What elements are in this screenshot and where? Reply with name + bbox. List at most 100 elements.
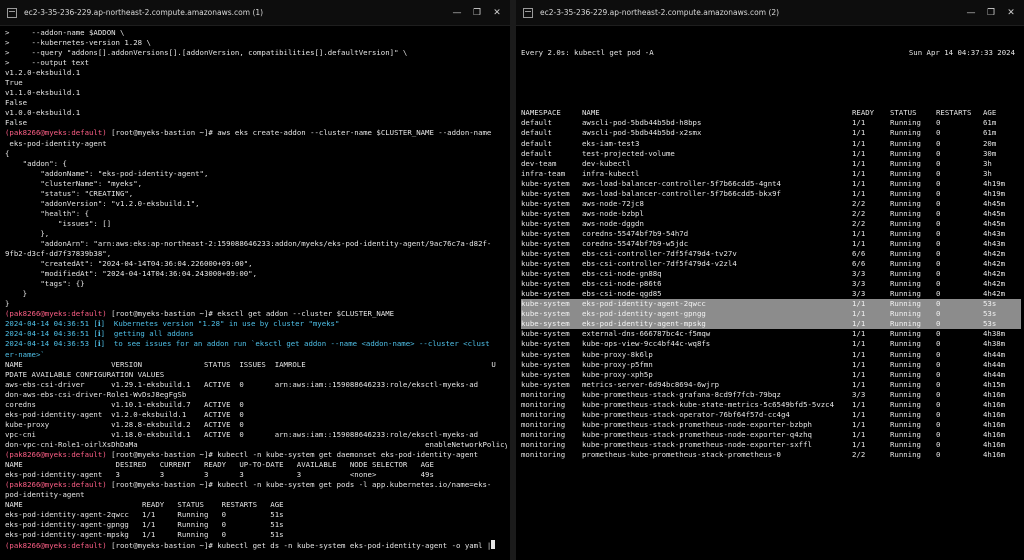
table-row: monitoring kube-prometheus-stack-grafana-… <box>521 390 1021 400</box>
terminal-text: "clusterName": "myeks", <box>5 178 143 188</box>
terminal-line: 9fb2-d3cf-dd7f37839b38", <box>5 249 507 259</box>
table-cell: 1/1 <box>852 309 866 319</box>
table-cell: 0 <box>936 319 941 329</box>
terminal-line: 2024-04-14 04:36:53 [ℹ] to see issues fo… <box>5 339 507 349</box>
close-button[interactable]: ✕ <box>1006 8 1016 18</box>
table-cell: ebs-csi-controller-7df5f479d4-v2zl4 <box>582 259 737 269</box>
terminal-line: NAME VERSION STATUS ISSUES IAMROLE U <box>5 360 507 370</box>
table-cell: 4h43m <box>983 228 1006 238</box>
table-cell: 0 <box>936 228 941 238</box>
table-cell: 1/1 <box>852 369 866 379</box>
table-cell: 0 <box>936 309 941 319</box>
terminal-line: > --addon-name $ADDON \ <box>5 28 507 38</box>
table-cell: 4h38m <box>983 329 1006 339</box>
terminal-text: 2024-04-14 04:36:51 [ℹ] Kubernetes versi… <box>5 319 340 329</box>
table-row: monitoring prometheus-kube-prometheus-sta… <box>521 450 1021 460</box>
text-cursor <box>491 540 496 550</box>
table-row: kube-system ebs-csi-node-qgd85 3/3 Running 0… <box>521 289 1021 299</box>
close-button[interactable]: ✕ <box>492 8 502 18</box>
table-row: default awscli-pod-5bdb44b5bd-x2smx 1/1 Run… <box>521 128 1021 138</box>
table-cell: 1/1 <box>852 319 866 329</box>
table-cell: 0 <box>936 449 941 459</box>
table-cell: 6/6 <box>852 249 866 259</box>
table-row: kube-system eks-pod-identity-agent-gpngg 1… <box>521 309 1021 320</box>
table-cell: kube-system <box>521 329 570 339</box>
terminal-text: eks-pod-identity-agent-mpskg 1/1 Running… <box>5 530 284 540</box>
table-cell: 0 <box>936 208 941 218</box>
terminal-line: > --query "addons[].addonVersions[].[add… <box>5 48 507 58</box>
terminal-line: } <box>5 289 507 299</box>
table-cell: monitoring <box>521 439 566 449</box>
shell-prompt: (pak8266@myeks:default) <box>5 541 107 551</box>
table-cell: Running <box>890 349 921 359</box>
terminal-text: NAME VERSION STATUS ISSUES IAMROLE U <box>5 359 496 369</box>
left-window-title: ec2-3-35-236-229.ap-northeast-2.compute.… <box>24 8 264 17</box>
terminal-line: "tags": {} <box>5 279 507 289</box>
terminal-line: (pak8266@myeks:default) [root@myeks-bast… <box>5 128 507 138</box>
table-cell: 53s <box>983 309 997 319</box>
table-cell: Running <box>890 339 921 349</box>
table-row: kube-system coredns-55474bf7b9-54h7d 1/1 Ru… <box>521 229 1021 239</box>
table-cell: Running <box>890 138 921 148</box>
table-cell: Running <box>890 259 921 269</box>
right-titlebar[interactable]: ec2-3-35-236-229.ap-northeast-2.compute.… <box>516 0 1024 26</box>
terminal-text: don-aws-ebs-csi-driver-Role1-WvDsJ8egFgS… <box>5 389 187 399</box>
terminal-line: "addonArn": "arn:aws:eks:ap-northeast-2:… <box>5 239 507 249</box>
table-cell: 0 <box>936 369 941 379</box>
table-cell: Running <box>890 208 921 218</box>
maximize-button[interactable]: ❐ <box>472 8 482 18</box>
terminal-line: { <box>5 149 507 159</box>
terminal-text: eks-pod-identity-agent-2qwcc 1/1 Running… <box>5 510 284 520</box>
terminal-line: (pak8266@myeks:default) [root@myeks-bast… <box>5 540 507 550</box>
terminal-text: True <box>5 78 23 88</box>
terminal-line: er-name>` <box>5 350 507 360</box>
terminal-text: "addonVersion": "v1.2.0-eksbuild.1", <box>5 198 200 208</box>
table-cell: default <box>521 118 552 128</box>
table-cell: eks-pod-identity-agent-mpskg <box>582 319 706 329</box>
terminal-line: vpc-cni v1.18.0-eksbuild.1 ACTIVE 0 arn:… <box>5 430 507 440</box>
maximize-button[interactable]: ❐ <box>986 8 996 18</box>
table-cell: 1/1 <box>852 299 866 309</box>
terminal-text: v1.2.0-eksbuild.1 <box>5 68 81 78</box>
table-cell: Running <box>890 389 921 399</box>
terminal-line: v1.1.0-eksbuild.1 <box>5 88 507 98</box>
table-row: monitoring kube-prometheus-stack-promethe… <box>521 420 1021 430</box>
terminal-line: (pak8266@myeks:default) [root@myeks-bast… <box>5 309 507 319</box>
table-cell: 1/1 <box>852 439 866 449</box>
table-cell: kube-system <box>521 299 570 309</box>
table-cell: 1/1 <box>852 429 866 439</box>
left-terminal-window[interactable]: ec2-3-35-236-229.ap-northeast-2.compute.… <box>0 0 510 560</box>
right-terminal-window[interactable]: ec2-3-35-236-229.ap-northeast-2.compute.… <box>516 0 1024 560</box>
terminal-text: v1.1.0-eksbuild.1 <box>5 88 81 98</box>
terminal-line: False <box>5 98 507 108</box>
table-cell: 1/1 <box>852 188 866 198</box>
minimize-button[interactable]: — <box>452 8 462 18</box>
terminal-line: v1.2.0-eksbuild.1 <box>5 68 507 78</box>
table-cell: kube-prometheus-stack-kube-state-metrics… <box>582 399 835 409</box>
terminal-line: PDATE AVAILABLE CONFIGURATION VALUES <box>5 370 507 380</box>
left-titlebar[interactable]: ec2-3-35-236-229.ap-northeast-2.compute.… <box>0 0 510 26</box>
watch-header: Every 2.0s: kubectl get pod -A Sun Apr 1… <box>521 48 1021 58</box>
table-cell: 3/3 <box>852 389 866 399</box>
table-cell: Running <box>890 309 921 319</box>
table-row: kube-system kube-ops-view-9cc4bf44c-wq8fs… <box>521 339 1021 349</box>
minimize-button[interactable]: — <box>966 8 976 18</box>
terminal-text: eks-pod-identity-agent <box>5 138 107 148</box>
table-cell: kube-prometheus-stack-prometheus-node-ex… <box>582 419 812 429</box>
table-cell: 1/1 <box>852 359 866 369</box>
right-terminal-output[interactable]: Every 2.0s: kubectl get pod -A Sun Apr 1… <box>521 28 1021 560</box>
table-cell: awscli-pod-5bdb44b5bd-x2smx <box>582 128 702 138</box>
left-terminal-output[interactable]: > --addon-name $ADDON \ > --kubernetes-ve… <box>5 28 507 560</box>
terminal-line: 2024-04-14 04:36:51 [ℹ] getting all addo… <box>5 329 507 339</box>
terminal-text: eks-pod-identity-agent v1.2.0-eksbuild.1… <box>5 409 244 419</box>
table-cell: kube-system <box>521 379 570 389</box>
table-cell: Running <box>890 269 921 279</box>
terminal-text: } <box>5 289 28 299</box>
table-cell: 3/3 <box>852 269 866 279</box>
table-cell: kube-proxy-p5fmn <box>582 359 653 369</box>
terminal-line: "addon": { <box>5 159 507 169</box>
table-cell: kube-system <box>521 218 570 228</box>
table-cell: Running <box>890 319 921 329</box>
table-cell: 0 <box>936 409 941 419</box>
table-cell: dev-team <box>521 158 557 168</box>
